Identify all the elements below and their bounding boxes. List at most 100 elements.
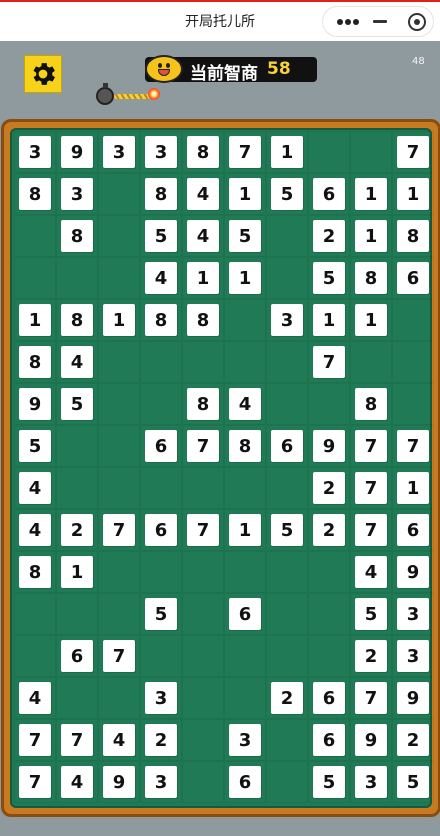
number-tile[interactable]: 5 [145, 220, 177, 252]
number-tile[interactable]: 6 [229, 766, 261, 798]
number-tile[interactable]: 9 [355, 724, 387, 756]
number-tile[interactable]: 7 [355, 514, 387, 546]
number-tile[interactable]: 4 [19, 682, 51, 714]
number-tile[interactable]: 8 [187, 388, 219, 420]
number-tile[interactable]: 7 [19, 724, 51, 756]
number-tile[interactable]: 8 [145, 304, 177, 336]
number-tile[interactable]: 3 [145, 682, 177, 714]
number-tile[interactable]: 9 [19, 388, 51, 420]
number-tile[interactable]: 1 [61, 556, 93, 588]
number-tile[interactable]: 7 [187, 430, 219, 462]
number-tile[interactable]: 5 [355, 598, 387, 630]
number-tile[interactable]: 6 [61, 640, 93, 672]
number-tile[interactable]: 4 [229, 388, 261, 420]
number-tile[interactable]: 6 [145, 514, 177, 546]
number-tile[interactable]: 3 [145, 136, 177, 168]
minimize-icon[interactable] [373, 20, 387, 23]
number-tile[interactable]: 7 [229, 136, 261, 168]
number-tile[interactable]: 5 [61, 388, 93, 420]
number-tile[interactable]: 6 [313, 178, 345, 210]
number-tile[interactable]: 2 [313, 514, 345, 546]
number-tile[interactable]: 8 [61, 304, 93, 336]
number-tile[interactable]: 1 [313, 304, 345, 336]
number-tile[interactable]: 2 [313, 220, 345, 252]
number-tile[interactable]: 2 [145, 724, 177, 756]
number-tile[interactable]: 1 [19, 304, 51, 336]
number-tile[interactable]: 7 [19, 766, 51, 798]
number-tile[interactable]: 8 [19, 556, 51, 588]
number-tile[interactable]: 4 [145, 262, 177, 294]
number-tile[interactable]: 7 [61, 724, 93, 756]
number-tile[interactable]: 7 [397, 136, 429, 168]
number-tile[interactable]: 4 [61, 346, 93, 378]
number-tile[interactable]: 8 [229, 430, 261, 462]
number-tile[interactable]: 5 [229, 220, 261, 252]
number-tile[interactable]: 1 [355, 220, 387, 252]
number-tile[interactable]: 2 [271, 682, 303, 714]
number-tile[interactable]: 5 [271, 514, 303, 546]
number-tile[interactable]: 5 [397, 766, 429, 798]
number-tile[interactable]: 3 [229, 724, 261, 756]
number-tile[interactable]: 3 [61, 178, 93, 210]
number-tile[interactable]: 2 [313, 472, 345, 504]
number-tile[interactable]: 4 [61, 766, 93, 798]
number-tile[interactable]: 3 [271, 304, 303, 336]
number-tile[interactable]: 2 [397, 724, 429, 756]
number-tile[interactable]: 4 [103, 724, 135, 756]
number-tile[interactable]: 2 [355, 640, 387, 672]
number-tile[interactable]: 2 [61, 514, 93, 546]
settings-button[interactable] [24, 55, 62, 93]
number-tile[interactable]: 7 [103, 514, 135, 546]
number-tile[interactable]: 1 [397, 472, 429, 504]
number-tile[interactable]: 9 [61, 136, 93, 168]
target-close-icon[interactable] [408, 13, 426, 31]
number-tile[interactable]: 1 [355, 304, 387, 336]
number-tile[interactable]: 6 [229, 598, 261, 630]
number-tile[interactable]: 1 [229, 514, 261, 546]
number-tile[interactable]: 9 [397, 556, 429, 588]
number-tile[interactable]: 3 [145, 766, 177, 798]
number-tile[interactable]: 6 [313, 682, 345, 714]
number-tile[interactable]: 8 [19, 178, 51, 210]
number-tile[interactable]: 7 [397, 430, 429, 462]
number-tile[interactable]: 9 [313, 430, 345, 462]
number-tile[interactable]: 9 [397, 682, 429, 714]
number-tile[interactable]: 3 [397, 598, 429, 630]
number-tile[interactable]: 1 [355, 178, 387, 210]
number-tile[interactable]: 6 [397, 262, 429, 294]
number-tile[interactable]: 1 [103, 304, 135, 336]
number-tile[interactable]: 7 [355, 682, 387, 714]
number-tile[interactable]: 7 [187, 514, 219, 546]
number-tile[interactable]: 4 [187, 220, 219, 252]
number-tile[interactable]: 8 [19, 346, 51, 378]
number-tile[interactable]: 8 [187, 304, 219, 336]
number-tile[interactable]: 4 [355, 556, 387, 588]
number-tile[interactable]: 5 [313, 766, 345, 798]
more-dots-icon[interactable] [337, 18, 359, 26]
number-tile[interactable]: 6 [271, 430, 303, 462]
number-tile[interactable]: 8 [61, 220, 93, 252]
number-tile[interactable]: 6 [397, 514, 429, 546]
number-tile[interactable]: 4 [19, 472, 51, 504]
number-tile[interactable]: 8 [145, 178, 177, 210]
number-tile[interactable]: 8 [355, 262, 387, 294]
number-tile[interactable]: 5 [271, 178, 303, 210]
number-tile[interactable]: 8 [397, 220, 429, 252]
number-tile[interactable]: 1 [229, 178, 261, 210]
number-tile[interactable]: 5 [19, 430, 51, 462]
number-tile[interactable]: 1 [271, 136, 303, 168]
number-tile[interactable]: 4 [187, 178, 219, 210]
number-tile[interactable]: 5 [313, 262, 345, 294]
number-tile[interactable]: 3 [355, 766, 387, 798]
number-tile[interactable]: 3 [103, 136, 135, 168]
number-tile[interactable]: 1 [187, 262, 219, 294]
number-tile[interactable]: 8 [187, 136, 219, 168]
number-tile[interactable]: 5 [145, 598, 177, 630]
number-tile[interactable]: 7 [355, 472, 387, 504]
number-tile[interactable]: 4 [19, 514, 51, 546]
number-tile[interactable]: 9 [103, 766, 135, 798]
number-tile[interactable]: 7 [313, 346, 345, 378]
number-tile[interactable]: 3 [397, 640, 429, 672]
number-tile[interactable]: 3 [19, 136, 51, 168]
number-tile[interactable]: 8 [355, 388, 387, 420]
